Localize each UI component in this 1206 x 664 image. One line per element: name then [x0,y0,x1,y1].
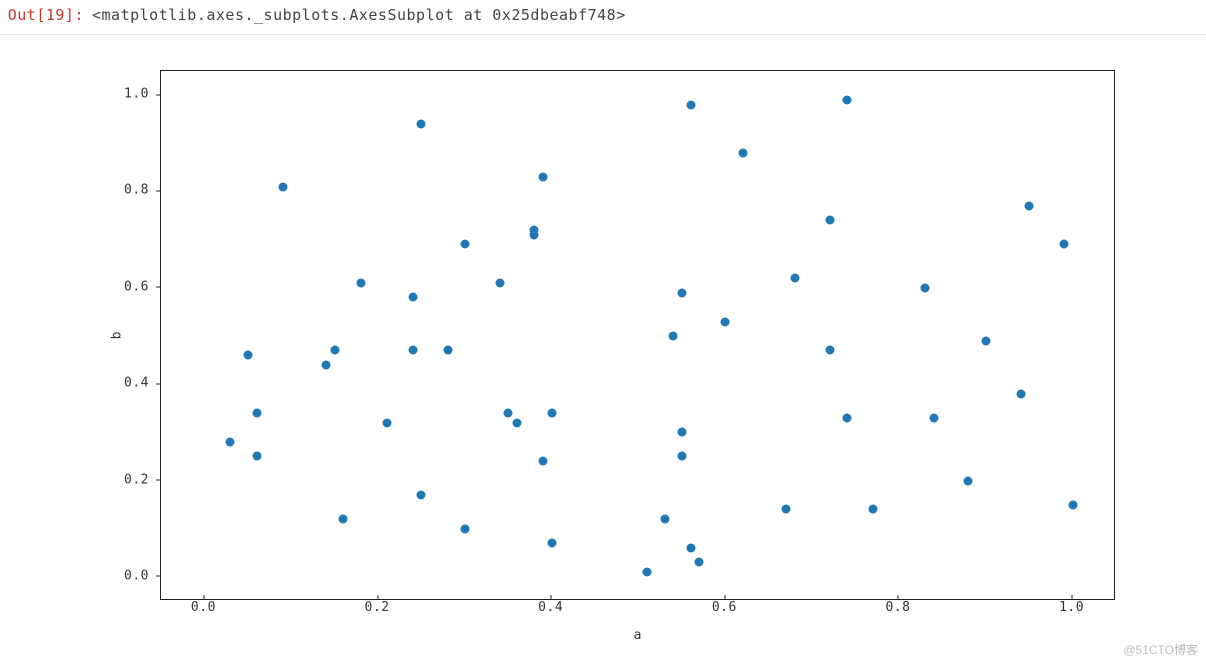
data-point [408,346,417,355]
out-value: <matplotlib.axes._subplots.AxesSubplot a… [92,4,626,24]
data-point [547,539,556,548]
x-tick: 0.6 [712,600,737,615]
data-point [686,544,695,553]
data-point [921,283,930,292]
data-point [721,317,730,326]
data-point [495,279,504,288]
y-tick: 0.8 [124,183,155,198]
data-point [547,409,556,418]
data-point [539,173,548,182]
data-point [842,413,851,422]
data-point [460,240,469,249]
data-point [539,457,548,466]
x-tick: 0.8 [885,600,910,615]
data-point [790,274,799,283]
data-point [964,476,973,485]
data-point [660,515,669,524]
data-point [278,182,287,191]
data-point [1025,201,1034,210]
data-point [243,351,252,360]
data-point [460,524,469,533]
data-point [782,505,791,514]
data-point [677,428,686,437]
data-point [669,332,678,341]
data-point [1016,389,1025,398]
data-point [512,418,521,427]
data-point [677,288,686,297]
x-axis-label: a [160,628,1115,643]
y-tick: 0.0 [124,568,155,583]
data-point [408,293,417,302]
y-tick: 0.2 [124,472,155,487]
out-prompt: Out[19]: [0,4,92,24]
data-point [339,515,348,524]
data-point [226,438,235,447]
y-tick: 0.6 [124,279,155,294]
data-point [929,413,938,422]
data-point [643,568,652,577]
x-tick: 1.0 [1059,600,1084,615]
data-point [417,491,426,500]
output-cell: Out[19]: <matplotlib.axes._subplots.Axes… [0,0,1206,35]
data-point [677,452,686,461]
data-point [738,148,747,157]
x-tick: 0.0 [191,600,216,615]
data-point [1059,240,1068,249]
data-point [252,452,261,461]
data-point [1068,500,1077,509]
data-point [695,558,704,567]
data-point [825,346,834,355]
scatter-plot: b a 0.0 0.2 0.4 0.6 0.8 1.0 0.0 0.2 0.4 0.6 0.8 1.0 [95,40,1145,658]
data-point [330,346,339,355]
y-tick: 1.0 [124,87,155,102]
data-point [252,409,261,418]
x-tick: 0.4 [538,600,563,615]
watermark: @51CTO博客 [1123,641,1198,658]
data-point [443,346,452,355]
axes-frame [160,70,1115,600]
data-point [530,230,539,239]
data-point [981,336,990,345]
y-axis-label: b [107,70,127,600]
data-point [868,505,877,514]
data-point [504,409,513,418]
data-point [321,360,330,369]
y-tick: 0.4 [124,376,155,391]
x-tick: 0.2 [365,600,390,615]
data-point [356,279,365,288]
data-point [686,100,695,109]
data-point [842,95,851,104]
data-point [382,418,391,427]
data-point [417,120,426,129]
data-point [825,216,834,225]
